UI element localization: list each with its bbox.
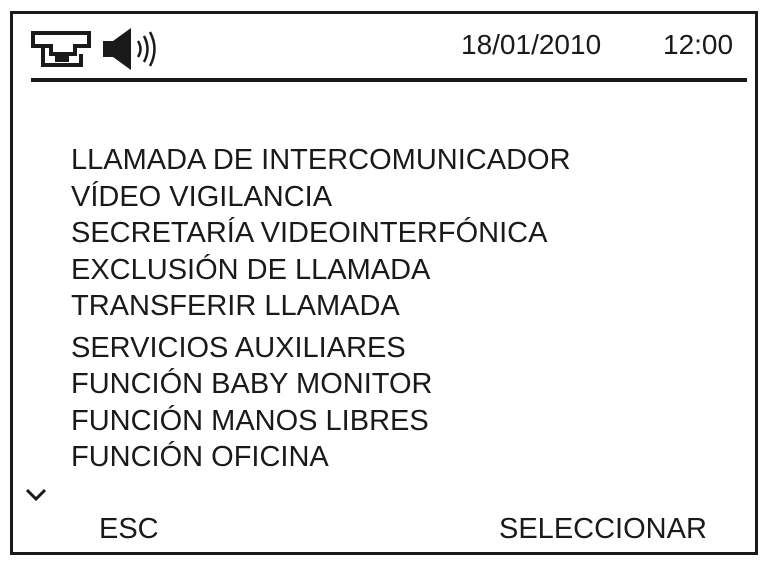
- select-label: SELECCIONAR: [499, 513, 707, 545]
- menu-item-video-surveillance[interactable]: VÍDEO VIGILANCIA: [71, 179, 571, 216]
- status-bar: 18/01/2010 12:00: [13, 14, 755, 82]
- header-divider: [31, 78, 747, 82]
- menu-item-intercom-call[interactable]: LLAMADA DE INTERCOMUNICADOR: [71, 142, 571, 179]
- chevron-down-icon[interactable]: [25, 488, 47, 502]
- select-underline: [541, 552, 679, 555]
- menu-item-hands-free[interactable]: FUNCIÓN MANOS LIBRES: [71, 403, 571, 440]
- menu-item-auxiliary-services[interactable]: SERVICIOS AUXILIARES: [71, 330, 571, 367]
- date-display: 18/01/2010: [461, 29, 602, 60]
- esc-underline: [99, 552, 171, 555]
- esc-softkey[interactable]: ESC: [99, 513, 171, 555]
- intercom-icon: [31, 31, 91, 67]
- display-screen: 18/01/2010 12:00 LLAMADA DE INTERCOMUNIC…: [10, 11, 758, 555]
- menu-item-baby-monitor[interactable]: FUNCIÓN BABY MONITOR: [71, 366, 571, 403]
- menu-item-transfer-call[interactable]: TRANSFERIR LLAMADA: [71, 288, 571, 325]
- menu-item-office-function[interactable]: FUNCIÓN OFICINA: [71, 439, 571, 476]
- menu-item-video-answering[interactable]: SECRETARÍA VIDEOINTERFÓNICA: [71, 215, 571, 252]
- main-menu: LLAMADA DE INTERCOMUNICADOR VÍDEO VIGILA…: [71, 142, 571, 476]
- menu-item-call-exclusion[interactable]: EXCLUSIÓN DE LLAMADA: [71, 252, 571, 289]
- esc-label: ESC: [99, 513, 159, 545]
- time-display: 12:00: [663, 29, 734, 60]
- speaker-volume-icon: [103, 28, 156, 70]
- select-softkey[interactable]: SELECCIONAR: [499, 513, 707, 555]
